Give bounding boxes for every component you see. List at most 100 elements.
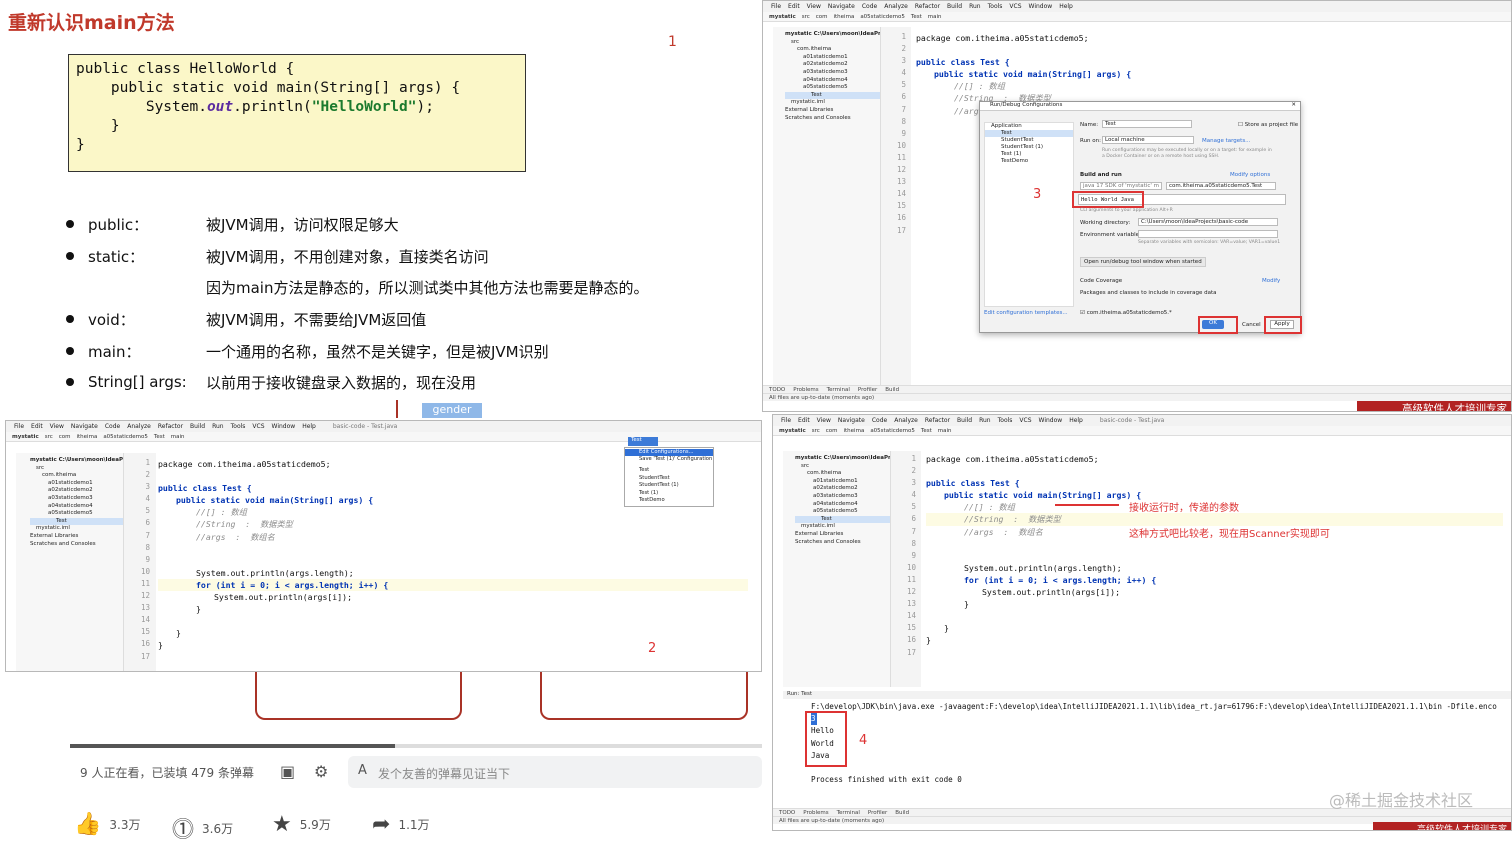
tree-item[interactable]: a04staticdemo4 bbox=[30, 503, 123, 511]
nav-crumb[interactable]: Test bbox=[921, 428, 932, 434]
tree-item[interactable]: a04staticdemo4 bbox=[785, 77, 880, 85]
env-input[interactable] bbox=[1138, 230, 1278, 238]
menu-refactor[interactable]: Refactor bbox=[158, 423, 183, 430]
menu-window[interactable]: Window bbox=[1029, 3, 1053, 10]
run-console[interactable]: F:\develop\JDK\bin\java.exe -javaagent:F… bbox=[811, 701, 1511, 801]
tree-item[interactable]: a02staticdemo2 bbox=[795, 485, 890, 493]
menu-analyze[interactable]: Analyze bbox=[127, 423, 151, 430]
tree-item[interactable]: a05staticdemo5 bbox=[795, 508, 890, 516]
tool-tab[interactable]: Profiler bbox=[868, 810, 887, 816]
menu-help[interactable]: Help bbox=[1059, 3, 1073, 10]
tree-item[interactable]: a04staticdemo4 bbox=[795, 501, 890, 509]
tool-tab[interactable]: Build bbox=[895, 810, 909, 816]
danmaku-input[interactable]: A 发个友善的弹幕见证当下 bbox=[348, 756, 762, 788]
tree-item[interactable]: mystatic C:\Users\moon\IdeaProjects\ bbox=[30, 457, 123, 465]
menu-code[interactable]: Code bbox=[105, 423, 120, 430]
tree-item[interactable]: a01staticdemo1 bbox=[795, 478, 890, 486]
nav-crumb[interactable]: src bbox=[802, 14, 810, 20]
danmaku-settings-icon[interactable]: ⚙ bbox=[314, 762, 328, 781]
nav-crumb[interactable]: mystatic bbox=[769, 14, 796, 20]
menu-tools[interactable]: Tools bbox=[998, 417, 1013, 424]
dropdown-item[interactable]: StudentTest (1) bbox=[625, 482, 713, 490]
menu-window[interactable]: Window bbox=[1039, 417, 1063, 424]
menu-help[interactable]: Help bbox=[302, 423, 316, 430]
tree-item[interactable]: a02staticdemo2 bbox=[785, 61, 880, 69]
menu-vcs[interactable]: VCS bbox=[1009, 3, 1021, 10]
edit-templates-link[interactable]: Edit configuration templates... bbox=[984, 310, 1068, 316]
menu-edit[interactable]: Edit bbox=[788, 3, 800, 10]
menu-run[interactable]: Run bbox=[969, 3, 981, 10]
store-as-project-checkbox[interactable]: ☐ Store as project file bbox=[1238, 122, 1298, 128]
tree-item[interactable]: mystatic.iml bbox=[30, 525, 123, 533]
menu-analyze[interactable]: Analyze bbox=[894, 417, 918, 424]
tool-tab[interactable]: Profiler bbox=[858, 387, 877, 393]
tree-item-selected[interactable]: Test bbox=[795, 515, 890, 524]
tree-item[interactable]: mystatic C:\Users\moon\IdeaProjects\ bbox=[785, 31, 880, 39]
working-dir-input[interactable]: C:\Users\moon\IdeaProjects\basic-code bbox=[1138, 218, 1278, 226]
coverage-item[interactable]: ☑ com.itheima.a05staticdemo5.* bbox=[1080, 310, 1172, 316]
coin-button[interactable]: ⓵ 3.6万 bbox=[172, 812, 233, 844]
menu-analyze[interactable]: Analyze bbox=[884, 3, 908, 10]
config-tree-item[interactable]: Application bbox=[985, 123, 1073, 130]
tool-tab[interactable]: Build bbox=[885, 387, 899, 393]
menu-file[interactable]: File bbox=[14, 423, 24, 430]
share-button[interactable]: ➦ 1.1万 bbox=[372, 812, 430, 837]
tree-item[interactable]: src bbox=[785, 39, 880, 47]
config-tree-item[interactable]: TestDemo bbox=[985, 158, 1073, 165]
tree-item-selected[interactable]: Test bbox=[785, 91, 880, 100]
run-tab[interactable]: Test bbox=[801, 691, 812, 697]
run-on-select[interactable]: Local machine bbox=[1102, 136, 1194, 144]
tree-item[interactable]: mystatic C:\Users\moon\IdeaProjects\ bbox=[795, 455, 890, 463]
nav-crumb[interactable]: src bbox=[45, 434, 53, 440]
modify-options-link[interactable]: Modify options bbox=[1230, 172, 1270, 178]
menu-refactor[interactable]: Refactor bbox=[915, 3, 940, 10]
tree-item[interactable]: com.itheima bbox=[795, 470, 890, 478]
nav-crumb[interactable]: itheima bbox=[844, 428, 865, 434]
nav-crumb[interactable]: mystatic bbox=[779, 428, 806, 434]
tree-item[interactable]: src bbox=[795, 463, 890, 471]
tree-item[interactable]: External Libraries bbox=[785, 107, 880, 115]
nav-crumb[interactable]: Test bbox=[154, 434, 165, 440]
tree-item[interactable]: com.itheima bbox=[30, 472, 123, 480]
tool-tab[interactable]: Problems bbox=[803, 810, 828, 816]
nav-crumb[interactable]: a05staticdemo5 bbox=[103, 434, 148, 440]
tree-item[interactable]: mystatic.iml bbox=[785, 99, 880, 107]
menu-edit[interactable]: Edit bbox=[798, 417, 810, 424]
tool-tab[interactable]: TODO bbox=[769, 387, 785, 393]
menu-build[interactable]: Build bbox=[957, 417, 972, 424]
menu-tools[interactable]: Tools bbox=[988, 3, 1003, 10]
menu-vcs[interactable]: VCS bbox=[252, 423, 264, 430]
video-progress-bar[interactable] bbox=[70, 744, 762, 748]
tree-item[interactable]: Scratches and Consoles bbox=[785, 115, 880, 123]
tree-item[interactable]: mystatic.iml bbox=[795, 523, 890, 531]
menu-file[interactable]: File bbox=[781, 417, 791, 424]
menu-tools[interactable]: Tools bbox=[231, 423, 246, 430]
cancel-button[interactable]: Cancel bbox=[1242, 322, 1261, 328]
tree-item[interactable]: a05staticdemo5 bbox=[30, 510, 123, 518]
menu-window[interactable]: Window bbox=[272, 423, 296, 430]
dropdown-edit-configurations[interactable]: Edit Configurations... bbox=[625, 449, 713, 456]
tree-item[interactable]: com.itheima bbox=[785, 46, 880, 54]
menu-view[interactable]: View bbox=[50, 423, 64, 430]
nav-crumb[interactable]: a05staticdemo5 bbox=[860, 14, 905, 20]
nav-crumb[interactable]: com bbox=[59, 434, 71, 440]
menu-navigate[interactable]: Navigate bbox=[828, 3, 855, 10]
tree-item[interactable]: Scratches and Consoles bbox=[30, 541, 123, 549]
code-editor[interactable]: package com.itheima.a05staticdemo5; publ… bbox=[923, 451, 1503, 687]
menu-refactor[interactable]: Refactor bbox=[925, 417, 950, 424]
name-input[interactable]: Test bbox=[1102, 120, 1192, 128]
nav-crumb[interactable]: Test bbox=[911, 14, 922, 20]
menu-help[interactable]: Help bbox=[1069, 417, 1083, 424]
menu-run[interactable]: Run bbox=[212, 423, 224, 430]
config-tree-item[interactable]: StudentTest bbox=[985, 137, 1073, 144]
dropdown-item[interactable]: Test (1) bbox=[625, 490, 713, 498]
run-config-selector[interactable]: Test bbox=[628, 437, 658, 446]
nav-crumb[interactable]: com bbox=[816, 14, 828, 20]
menu-edit[interactable]: Edit bbox=[31, 423, 43, 430]
tree-item[interactable]: a02staticdemo2 bbox=[30, 487, 123, 495]
nav-crumb[interactable]: main bbox=[928, 14, 942, 20]
open-tool-window-chip[interactable]: Open run/debug tool window when started bbox=[1080, 257, 1206, 267]
menu-file[interactable]: File bbox=[771, 3, 781, 10]
tool-tab[interactable]: Terminal bbox=[827, 387, 850, 393]
menu-build[interactable]: Build bbox=[190, 423, 205, 430]
